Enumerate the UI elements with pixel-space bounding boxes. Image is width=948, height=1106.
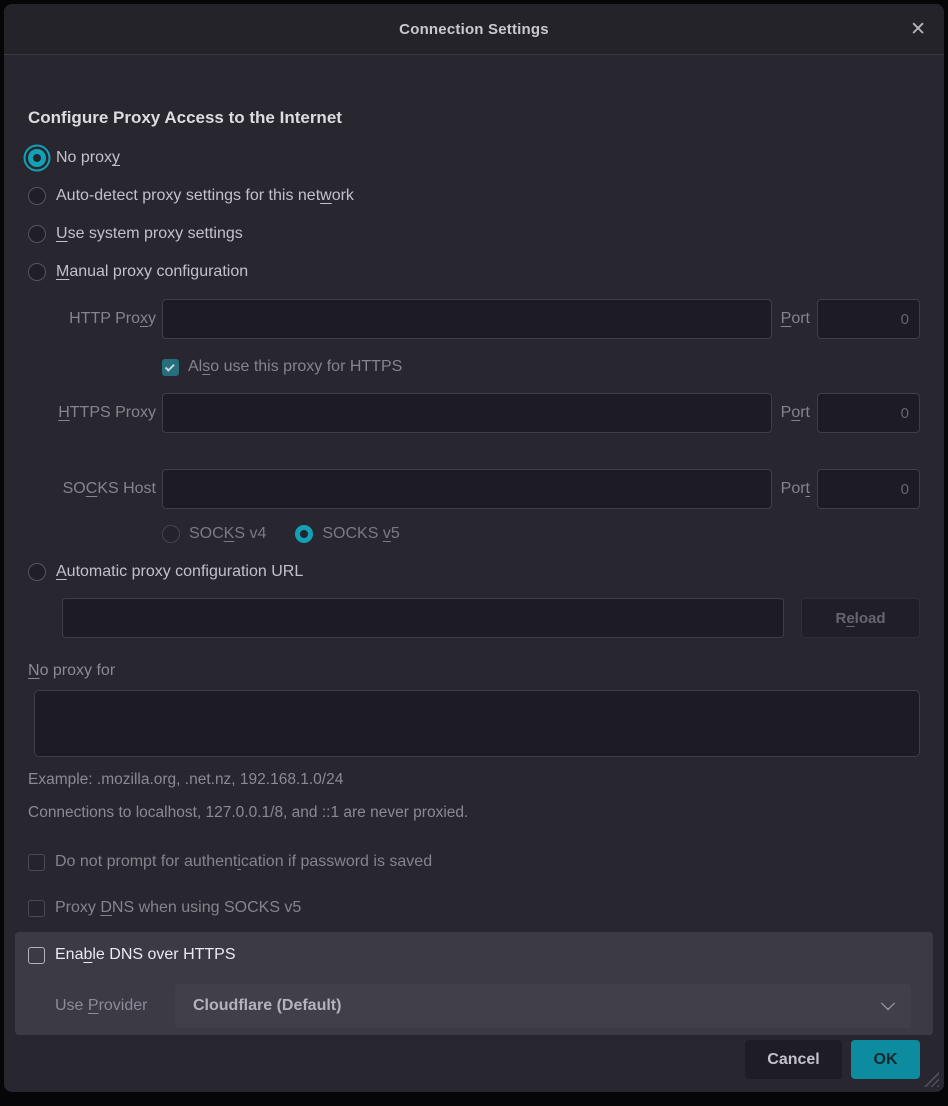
reload-button[interactable]: Reload bbox=[801, 598, 920, 638]
proxy-dns-label[interactable]: Proxy DNS when using SOCKS v5 bbox=[55, 899, 301, 917]
socks-host-label[interactable]: SOCKS Host bbox=[28, 480, 162, 498]
provider-selected-value: Cloudflare (Default) bbox=[193, 997, 341, 1015]
https-proxy-row: HTTPS Proxy Port bbox=[28, 393, 920, 433]
socks-port-label[interactable]: Port bbox=[781, 480, 810, 498]
localhost-note-text: Connections to localhost, 127.0.0.1/8, a… bbox=[28, 803, 920, 823]
radio-row-use-system[interactable]: Use system proxy settings bbox=[28, 215, 920, 253]
socks-version-row: SOCKS v4 SOCKS v5 bbox=[162, 518, 920, 550]
also-https-checkbox[interactable] bbox=[162, 359, 179, 376]
radio-manual[interactable] bbox=[28, 263, 46, 281]
dialog-title: Connection Settings bbox=[399, 21, 549, 38]
radio-socks-v5[interactable] bbox=[295, 525, 313, 543]
no-proxy-for-textarea[interactable] bbox=[34, 690, 920, 757]
no-proxy-for-label[interactable]: No proxy for bbox=[28, 660, 920, 682]
auto-url-row: Reload bbox=[62, 598, 920, 638]
no-prompt-auth-row[interactable]: Do not prompt for authentication if pass… bbox=[28, 852, 920, 872]
radio-socks-v4[interactable] bbox=[162, 525, 180, 543]
radio-auto-detect-label[interactable]: Auto-detect proxy settings for this netw… bbox=[56, 187, 354, 205]
https-port-label[interactable]: Port bbox=[781, 404, 810, 422]
checkmark-icon bbox=[165, 361, 175, 371]
radio-socks-v4-label[interactable]: SOCKS v4 bbox=[189, 525, 266, 543]
http-proxy-input[interactable] bbox=[162, 299, 772, 339]
radio-row-auto-url[interactable]: Automatic proxy configuration URL bbox=[28, 555, 920, 589]
radio-auto-detect[interactable] bbox=[28, 187, 46, 205]
doh-label[interactable]: Enable DNS over HTTPS bbox=[55, 946, 236, 964]
socks-host-row: SOCKS Host Port bbox=[28, 469, 920, 509]
radio-row-auto-detect[interactable]: Auto-detect proxy settings for this netw… bbox=[28, 177, 920, 215]
radio-socks-v5-label[interactable]: SOCKS v5 bbox=[322, 525, 399, 543]
dialog-footer: Cancel OK bbox=[28, 1040, 920, 1079]
dialog-body: Configure Proxy Access to the Internet N… bbox=[4, 55, 944, 1092]
provider-label[interactable]: Use Provider bbox=[55, 997, 175, 1015]
http-proxy-label[interactable]: HTTP Proxy bbox=[28, 310, 162, 328]
socks-port-input[interactable] bbox=[817, 469, 920, 509]
proxy-dns-checkbox[interactable] bbox=[28, 900, 45, 917]
radio-row-no-proxy[interactable]: No proxy bbox=[28, 139, 920, 177]
https-port-input[interactable] bbox=[817, 393, 920, 433]
chevron-down-icon bbox=[881, 996, 895, 1010]
radio-row-manual[interactable]: Manual proxy configuration bbox=[28, 253, 920, 291]
dialog-titlebar: Connection Settings ✕ bbox=[4, 4, 944, 55]
doh-row[interactable]: Enable DNS over HTTPS bbox=[28, 945, 933, 965]
no-prompt-auth-label[interactable]: Do not prompt for authentication if pass… bbox=[55, 853, 432, 871]
doh-checkbox[interactable] bbox=[28, 947, 45, 964]
provider-dropdown[interactable]: Cloudflare (Default) bbox=[175, 984, 911, 1028]
cancel-button[interactable]: Cancel bbox=[745, 1040, 842, 1079]
radio-no-proxy-label[interactable]: No proxy bbox=[56, 149, 120, 167]
socks-host-input[interactable] bbox=[162, 469, 772, 509]
also-https-label[interactable]: Also use this proxy for HTTPS bbox=[188, 358, 402, 376]
close-icon[interactable]: ✕ bbox=[910, 4, 926, 54]
radio-no-proxy[interactable] bbox=[28, 149, 46, 167]
https-proxy-input[interactable] bbox=[162, 393, 772, 433]
proxy-dns-row[interactable]: Proxy DNS when using SOCKS v5 bbox=[28, 898, 920, 918]
radio-auto-url[interactable] bbox=[28, 563, 46, 581]
https-proxy-label[interactable]: HTTPS Proxy bbox=[28, 404, 162, 422]
ok-button[interactable]: OK bbox=[851, 1040, 920, 1079]
http-port-label[interactable]: Port bbox=[781, 310, 810, 328]
page-title: Configure Proxy Access to the Internet bbox=[28, 107, 920, 129]
http-proxy-row: HTTP Proxy Port bbox=[28, 299, 920, 339]
provider-row: Use Provider Cloudflare (Default) bbox=[28, 984, 933, 1028]
radio-auto-url-label[interactable]: Automatic proxy configuration URL bbox=[56, 563, 303, 581]
radio-use-system[interactable] bbox=[28, 225, 46, 243]
doh-panel: Enable DNS over HTTPS Use Provider Cloud… bbox=[15, 932, 933, 1035]
also-https-row[interactable]: Also use this proxy for HTTPS bbox=[162, 358, 920, 376]
http-port-input[interactable] bbox=[817, 299, 920, 339]
no-prompt-auth-checkbox[interactable] bbox=[28, 854, 45, 871]
connection-settings-dialog: Connection Settings ✕ Configure Proxy Ac… bbox=[4, 4, 944, 1092]
radio-use-system-label[interactable]: Use system proxy settings bbox=[56, 225, 243, 243]
no-proxy-example-text: Example: .mozilla.org, .net.nz, 192.168.… bbox=[28, 770, 920, 790]
auto-url-input[interactable] bbox=[62, 598, 784, 638]
radio-manual-label[interactable]: Manual proxy configuration bbox=[56, 263, 248, 281]
